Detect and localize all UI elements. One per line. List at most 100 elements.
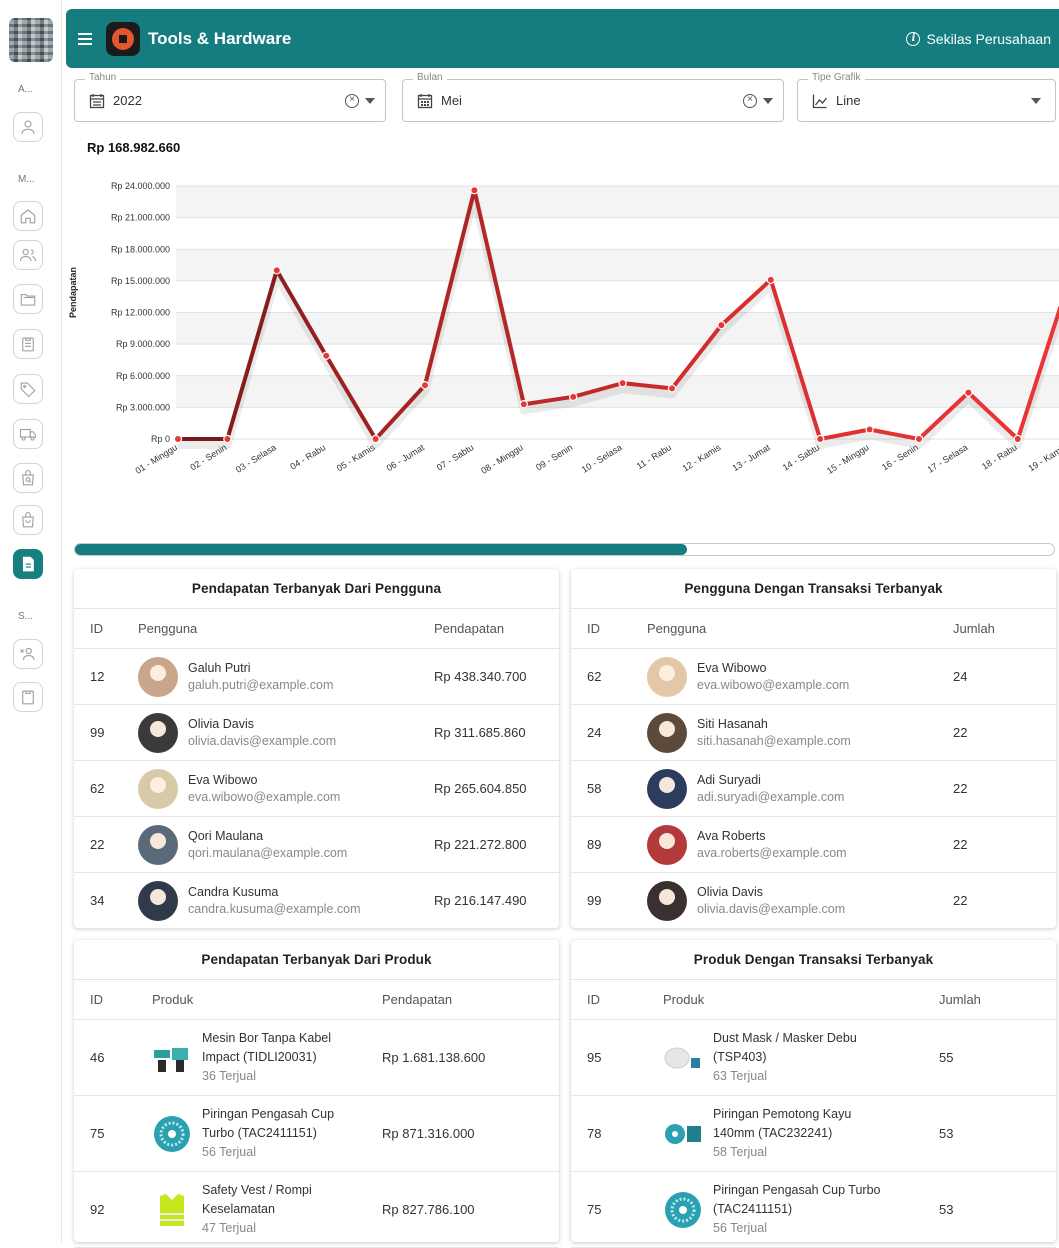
sidebar-item-user-management[interactable] — [13, 639, 43, 669]
user-cell: Eva Wibowo eva.wibowo@example.com — [647, 656, 953, 697]
data-point[interactable] — [964, 388, 973, 397]
product-image — [152, 1190, 192, 1230]
data-point[interactable] — [470, 186, 479, 195]
sidebar-item-transactions[interactable] — [13, 505, 43, 535]
sidebar-item-logs[interactable] — [13, 682, 43, 712]
user-name: Ava Roberts — [697, 828, 766, 843]
col-revenue-header: Pendapatan — [434, 621, 505, 636]
chart-horizontal-scrollbar[interactable] — [74, 543, 1055, 556]
avatar — [647, 712, 687, 753]
sidebar-item-reports[interactable] — [13, 549, 43, 579]
chart-type-dropdown-icon[interactable] — [1031, 97, 1041, 104]
row-value: 22 — [953, 725, 968, 740]
line-chart-icon — [812, 94, 828, 108]
data-point[interactable] — [618, 378, 627, 388]
data-point[interactable] — [865, 425, 874, 434]
chart-svg: Rp 0 Rp 3.000.000 Rp 6.000.000 Rp 9.000.000… — [111, 181, 1059, 476]
x-tick-label: 04 - Rabu — [288, 442, 327, 471]
table-row[interactable]: 62 Eva Wibowo eva.wibowo@example.com Rp … — [74, 761, 559, 817]
data-point[interactable] — [914, 434, 924, 444]
row-value: Rp 221.272.800 — [434, 837, 527, 852]
report-icon — [22, 556, 34, 572]
sidebar-item-products[interactable] — [13, 329, 43, 359]
data-point[interactable] — [272, 266, 281, 275]
month-value: Mei — [441, 93, 462, 108]
table-row[interactable]: 62 Eva Wibowo eva.wibowo@example.com 24 — [571, 649, 1056, 705]
user-name: Olivia Davis — [188, 716, 254, 731]
row-value: Rp 871.316.000 — [382, 1126, 475, 1141]
series-line-segment — [768, 277, 823, 441]
company-overview-link[interactable]: i Sekilas Perusahaan — [906, 31, 1051, 47]
users-icon — [19, 248, 37, 262]
data-point[interactable] — [223, 434, 232, 444]
company-logo-image[interactable] — [9, 18, 53, 62]
table-row[interactable]: 92 Safety Vest / Rompi Keselamatan 47 Te… — [74, 1172, 559, 1248]
sidebar-item-users[interactable] — [13, 240, 43, 270]
data-point[interactable] — [420, 381, 430, 390]
calendar-icon — [89, 93, 105, 108]
sidebar-item-profile[interactable] — [13, 112, 43, 142]
data-point[interactable] — [1013, 434, 1023, 444]
hamburger-menu-icon[interactable] — [78, 32, 92, 45]
year-dropdown-icon[interactable] — [365, 97, 375, 104]
data-point[interactable] — [321, 351, 331, 360]
product-name-line1: Piringan Pengasah Cup — [202, 1107, 335, 1121]
x-tick-label: 10 - Selasa — [580, 442, 624, 475]
avatar — [138, 656, 178, 697]
house-icon — [112, 27, 134, 50]
card-title: Produk Dengan Transaksi Terbanyak — [571, 940, 1056, 980]
table-row[interactable]: 99 Olivia Davis olivia.davis@example.com… — [571, 873, 1056, 929]
table-row[interactable]: 75 Piringan Pengasah Cup Turbo (TAC24111… — [571, 1172, 1056, 1248]
table-row[interactable]: 95 Dust Mask / Masker Debu (TSP403) 63 T… — [571, 1020, 1056, 1096]
y-tick-label: Rp 6.000.000 — [116, 371, 170, 381]
data-point[interactable] — [371, 434, 380, 444]
user-cell: Candra Kusuma candra.kusuma@example.com — [138, 880, 434, 921]
chart-type-label: Tipe Grafik — [808, 72, 865, 83]
table-header: ID Produk Jumlah — [571, 980, 1056, 1020]
sidebar-item-orders[interactable] — [13, 463, 43, 493]
table-row[interactable]: 12 Galuh Putri galuh.putri@example.com R… — [74, 649, 559, 705]
clear-year-icon[interactable]: × — [345, 93, 359, 108]
chart-type-select[interactable]: Tipe Grafik Line — [797, 72, 1056, 122]
data-point[interactable] — [173, 434, 183, 444]
table-row[interactable]: 24 Siti Hasanah siti.hasanah@example.com… — [571, 705, 1056, 761]
user-x-icon — [20, 647, 35, 661]
data-point[interactable] — [816, 434, 825, 444]
data-point[interactable] — [717, 320, 726, 330]
x-tick-label: 11 - Rabu — [635, 442, 673, 471]
table-row[interactable]: 34 Candra Kusuma candra.kusuma@example.c… — [74, 873, 559, 929]
y-tick-label: Rp 24.000.000 — [111, 181, 170, 191]
app-title: Tools & Hardware — [148, 28, 292, 48]
year-select[interactable]: Tahun 2022 × — [74, 72, 386, 122]
user-cell: Adi Suryadi adi.suryadi@example.com — [647, 768, 953, 809]
month-select[interactable]: Bulan Mei × — [402, 72, 784, 122]
card-title: Pengguna Dengan Transaksi Terbanyak — [571, 569, 1056, 609]
y-tick-label: Rp 9.000.000 — [116, 339, 170, 349]
data-point[interactable] — [667, 384, 677, 393]
data-point[interactable] — [519, 400, 528, 409]
clear-month-icon[interactable]: × — [743, 93, 757, 108]
data-point[interactable] — [569, 392, 578, 402]
table-row[interactable]: 58 Adi Suryadi adi.suryadi@example.com 2… — [571, 761, 1056, 817]
table-row[interactable]: 78 Piringan Pemotong Kayu 140mm (TAC2322… — [571, 1096, 1056, 1172]
table-row[interactable]: 75 Piringan Pengasah Cup Turbo (TAC24111… — [74, 1096, 559, 1172]
col-product-header: Produk — [152, 992, 194, 1007]
scrollbar-thumb[interactable] — [75, 544, 687, 555]
avatar — [138, 880, 178, 921]
grid-band — [176, 186, 1059, 218]
sidebar-item-categories[interactable] — [13, 284, 43, 314]
table-row[interactable]: 89 Ava Roberts ava.roberts@example.com 2… — [571, 817, 1056, 873]
table-row[interactable]: 22 Qori Maulana qori.maulana@example.com… — [74, 817, 559, 873]
user-name: Eva Wibowo — [188, 772, 258, 787]
truck-icon — [19, 428, 37, 441]
table-row[interactable]: 99 Olivia Davis olivia.davis@example.com… — [74, 705, 559, 761]
sidebar-item-home[interactable] — [13, 201, 43, 231]
row-id: 89 — [587, 837, 602, 852]
sidebar-item-tags[interactable] — [13, 374, 43, 404]
data-point[interactable] — [766, 275, 776, 285]
sidebar-item-shipping[interactable] — [13, 419, 43, 449]
user-name: Eva Wibowo — [697, 660, 767, 675]
product-image — [663, 1114, 703, 1154]
month-dropdown-icon[interactable] — [763, 97, 773, 104]
table-row[interactable]: 46 Mesin Bor Tanpa Kabel Impact (TIDLI20… — [74, 1020, 559, 1096]
